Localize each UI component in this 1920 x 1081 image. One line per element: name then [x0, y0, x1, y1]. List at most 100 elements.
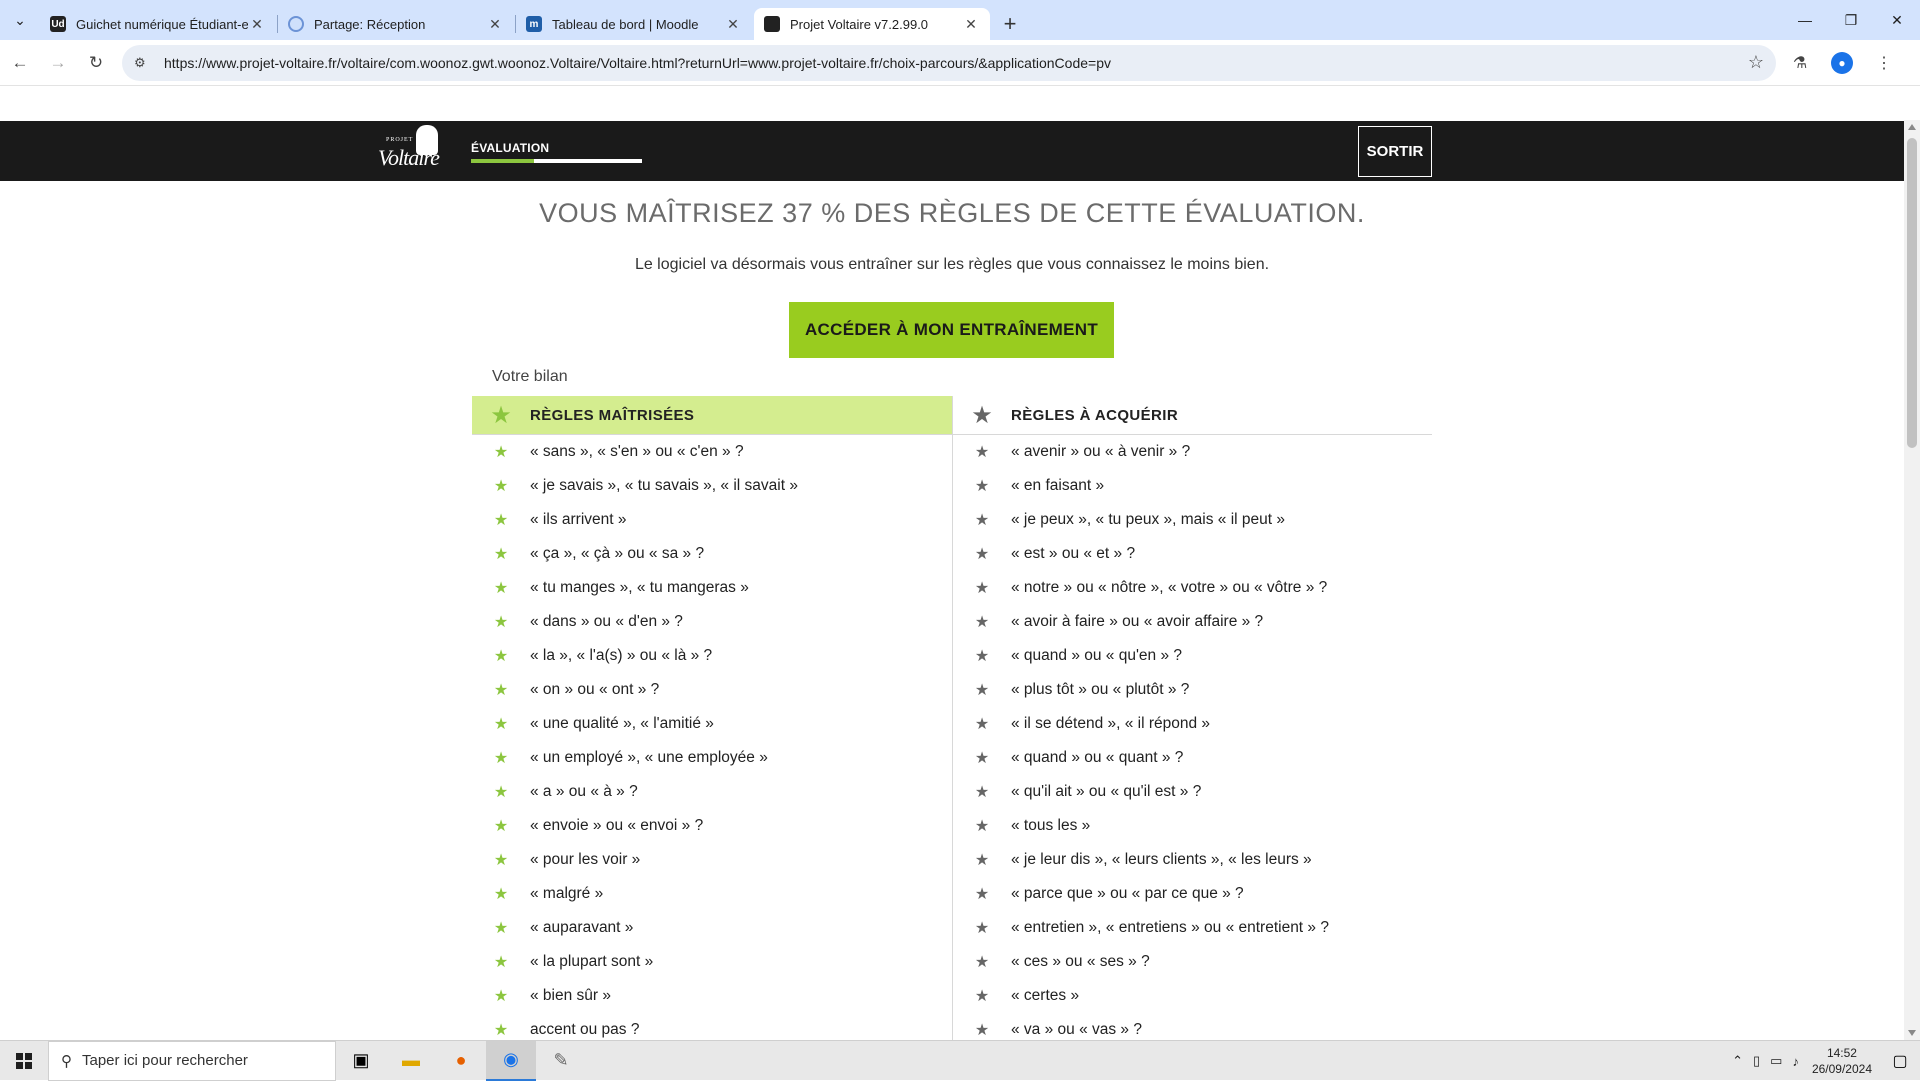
tab-close-icon[interactable]: ✕ [486, 16, 504, 33]
back-arrow-icon[interactable]: ← [2, 45, 38, 81]
taskbar-search-placeholder: Taper ici pour rechercher [82, 1052, 248, 1069]
logout-button[interactable]: SORTIR [1358, 126, 1432, 177]
system-clock[interactable]: 14:52 26/09/2024 [1804, 1045, 1880, 1077]
scroll-down-icon[interactable] [1908, 1030, 1916, 1036]
voltaire-logo[interactable]: PROJET Voltaire [372, 125, 442, 179]
star-icon: ★ [493, 682, 509, 699]
forward-arrow-icon[interactable]: → [40, 45, 76, 81]
chrome-icon[interactable]: ◉ [486, 1040, 536, 1081]
window-controls: — ❐ ✕ [1782, 0, 1920, 40]
rule-row: ★ « notre » ou « nôtre », « votre » ou « … [953, 571, 1432, 605]
clock-time: 14:52 [1826, 1046, 1857, 1060]
rule-text: « certes » [1011, 987, 1080, 1004]
rule-row: ★ « il se détend », « il répond » [953, 707, 1432, 741]
browser-tab[interactable]: Ud Guichet numérique Étudiant-e-s ✕ [40, 8, 278, 40]
star-icon: ★ [974, 546, 990, 563]
minimize-icon[interactable]: — [1782, 0, 1828, 40]
star-icon: ★ [974, 988, 990, 1005]
star-icon: ★ [493, 954, 509, 971]
rule-text: « a » ou « à » ? [530, 783, 638, 800]
star-icon: ★ [974, 716, 990, 733]
tab-close-icon[interactable]: ✕ [724, 16, 742, 33]
reload-icon[interactable]: ↻ [78, 45, 114, 81]
rule-row: ★ « malgré » [472, 877, 952, 911]
windows-taskbar: ⚲ Taper ici pour rechercher ▣ ▬ ● ◉ ✎ ⌃ … [0, 1040, 1920, 1081]
app-icon[interactable]: ✎ [536, 1041, 586, 1081]
rule-text: « sans », « s'en » ou « c'en » ? [530, 443, 744, 460]
tab-close-icon[interactable]: ✕ [248, 16, 266, 33]
star-icon: ★ [974, 682, 990, 699]
profile-avatar[interactable]: ● [1824, 45, 1860, 81]
rule-text: « ça », « çà » ou « sa » ? [530, 545, 705, 562]
star-icon: ★ [974, 750, 990, 767]
tab-close-icon[interactable]: ✕ [962, 16, 980, 33]
rule-row: ★ « entretien », « entretiens » ou « entr… [953, 911, 1432, 945]
notification-icon[interactable]: ▢ [1880, 1051, 1920, 1071]
tab-title: Tableau de bord | Moodle [552, 16, 699, 32]
labs-flask-icon[interactable]: ⚗ [1782, 45, 1818, 81]
rule-row: ★ « je peux », « tu peux », mais « il peu… [953, 503, 1432, 537]
rule-row: ★ « on » ou « ont » ? [472, 673, 952, 707]
network-icon[interactable]: ▭ [1765, 1053, 1787, 1069]
star-icon: ★ [493, 478, 509, 495]
url-text[interactable]: https://www.projet-voltaire.fr/voltaire/… [164, 55, 1748, 71]
evaluation-progress-bar [471, 159, 642, 163]
scroll-up-icon[interactable] [1908, 124, 1916, 130]
star-icon: ★ [974, 478, 990, 495]
rule-text: « avenir » ou « à venir » ? [1011, 443, 1191, 460]
rule-text: « va » ou « vas » ? [1011, 1021, 1142, 1038]
page-viewport: PROJET Voltaire ÉVALUATION SORTIR VOUS M… [0, 87, 1904, 1040]
file-explorer-icon[interactable]: ▬ [386, 1041, 436, 1081]
close-window-icon[interactable]: ✕ [1874, 0, 1920, 40]
volume-icon[interactable]: ♪ [1787, 1054, 1804, 1069]
rule-text: « envoie » ou « envoi » ? [530, 817, 704, 834]
address-bar[interactable]: ⚙ https://www.projet-voltaire.fr/voltair… [122, 44, 1776, 81]
system-tray: ⌃ ▯ ▭ ♪ 14:52 26/09/2024 ▢ [1727, 1041, 1920, 1081]
firefox-icon[interactable]: ● [436, 1041, 486, 1081]
mastered-rules-list: ★ « sans », « s'en » ou « c'en » ? ★ « je s… [472, 435, 952, 1040]
rule-row: ★ « un employé », « une employée » [472, 741, 952, 775]
star-icon: ★ [974, 512, 990, 529]
rule-text: « quand » ou « qu'en » ? [1011, 647, 1183, 664]
rule-row: ★ « avoir à faire » ou « avoir affaire » … [953, 605, 1432, 639]
rule-text: « tu manges », « tu mangeras » [530, 579, 749, 596]
more-menu-icon[interactable]: ⋮ [1866, 45, 1902, 81]
star-icon: ★ [493, 750, 509, 767]
device-icon[interactable]: ▯ [1748, 1053, 1765, 1069]
rule-text: « avoir à faire » ou « avoir affaire » ? [1011, 613, 1264, 630]
restore-icon[interactable]: ❐ [1828, 0, 1874, 40]
rule-row: ★ accent ou pas ? [472, 1013, 952, 1040]
bookmark-star-icon[interactable]: ☆ [1748, 52, 1764, 73]
rule-row: ★ « plus tôt » ou « plutôt » ? [953, 673, 1432, 707]
tab-favicon-icon [288, 16, 304, 32]
start-training-button[interactable]: ACCÉDER À MON ENTRAÎNEMENT [789, 302, 1114, 358]
page-scrollbar[interactable] [1904, 120, 1920, 1040]
tray-chevron-icon[interactable]: ⌃ [1727, 1053, 1748, 1069]
star-icon: ★ [974, 818, 990, 835]
rule-row: ★ « tu manges », « tu mangeras » [472, 571, 952, 605]
rule-text: « un employé », « une employée » [530, 749, 768, 766]
rule-text: « on » ou « ont » ? [530, 681, 660, 698]
rule-text: « ils arrivent » [530, 511, 627, 528]
logo-small-text: PROJET [386, 137, 414, 143]
logo-script-text: Voltaire [378, 145, 440, 170]
rule-row: ★ « tous les » [953, 809, 1432, 843]
taskbar-search[interactable]: ⚲ Taper ici pour rechercher [48, 1040, 336, 1081]
star-icon: ★ [493, 614, 509, 631]
rule-row: ★ « auparavant » [472, 911, 952, 945]
search-icon: ⚲ [61, 1052, 72, 1070]
site-settings-icon[interactable]: ⚙ [134, 55, 154, 71]
browser-tab-active[interactable]: Projet Voltaire v7.2.99.0 ✕ [754, 8, 990, 40]
rule-text: « une qualité », « l'amitié » [530, 715, 714, 732]
scrollbar-thumb[interactable] [1907, 138, 1917, 448]
tab-search-chevron-icon[interactable]: ⌄ [0, 0, 40, 40]
start-button[interactable] [0, 1041, 48, 1081]
rule-row: ★ « avenir » ou « à venir » ? [953, 435, 1432, 469]
star-icon: ★ [974, 648, 990, 665]
rule-text: « pour les voir » [530, 851, 641, 868]
browser-tab[interactable]: m Tableau de bord | Moodle ✕ [516, 8, 752, 40]
new-tab-plus-icon[interactable]: + [992, 8, 1028, 40]
browser-tab[interactable]: Partage: Réception ✕ [278, 8, 516, 40]
task-view-icon[interactable]: ▣ [336, 1041, 386, 1081]
rule-row: ★ « ça », « çà » ou « sa » ? [472, 537, 952, 571]
